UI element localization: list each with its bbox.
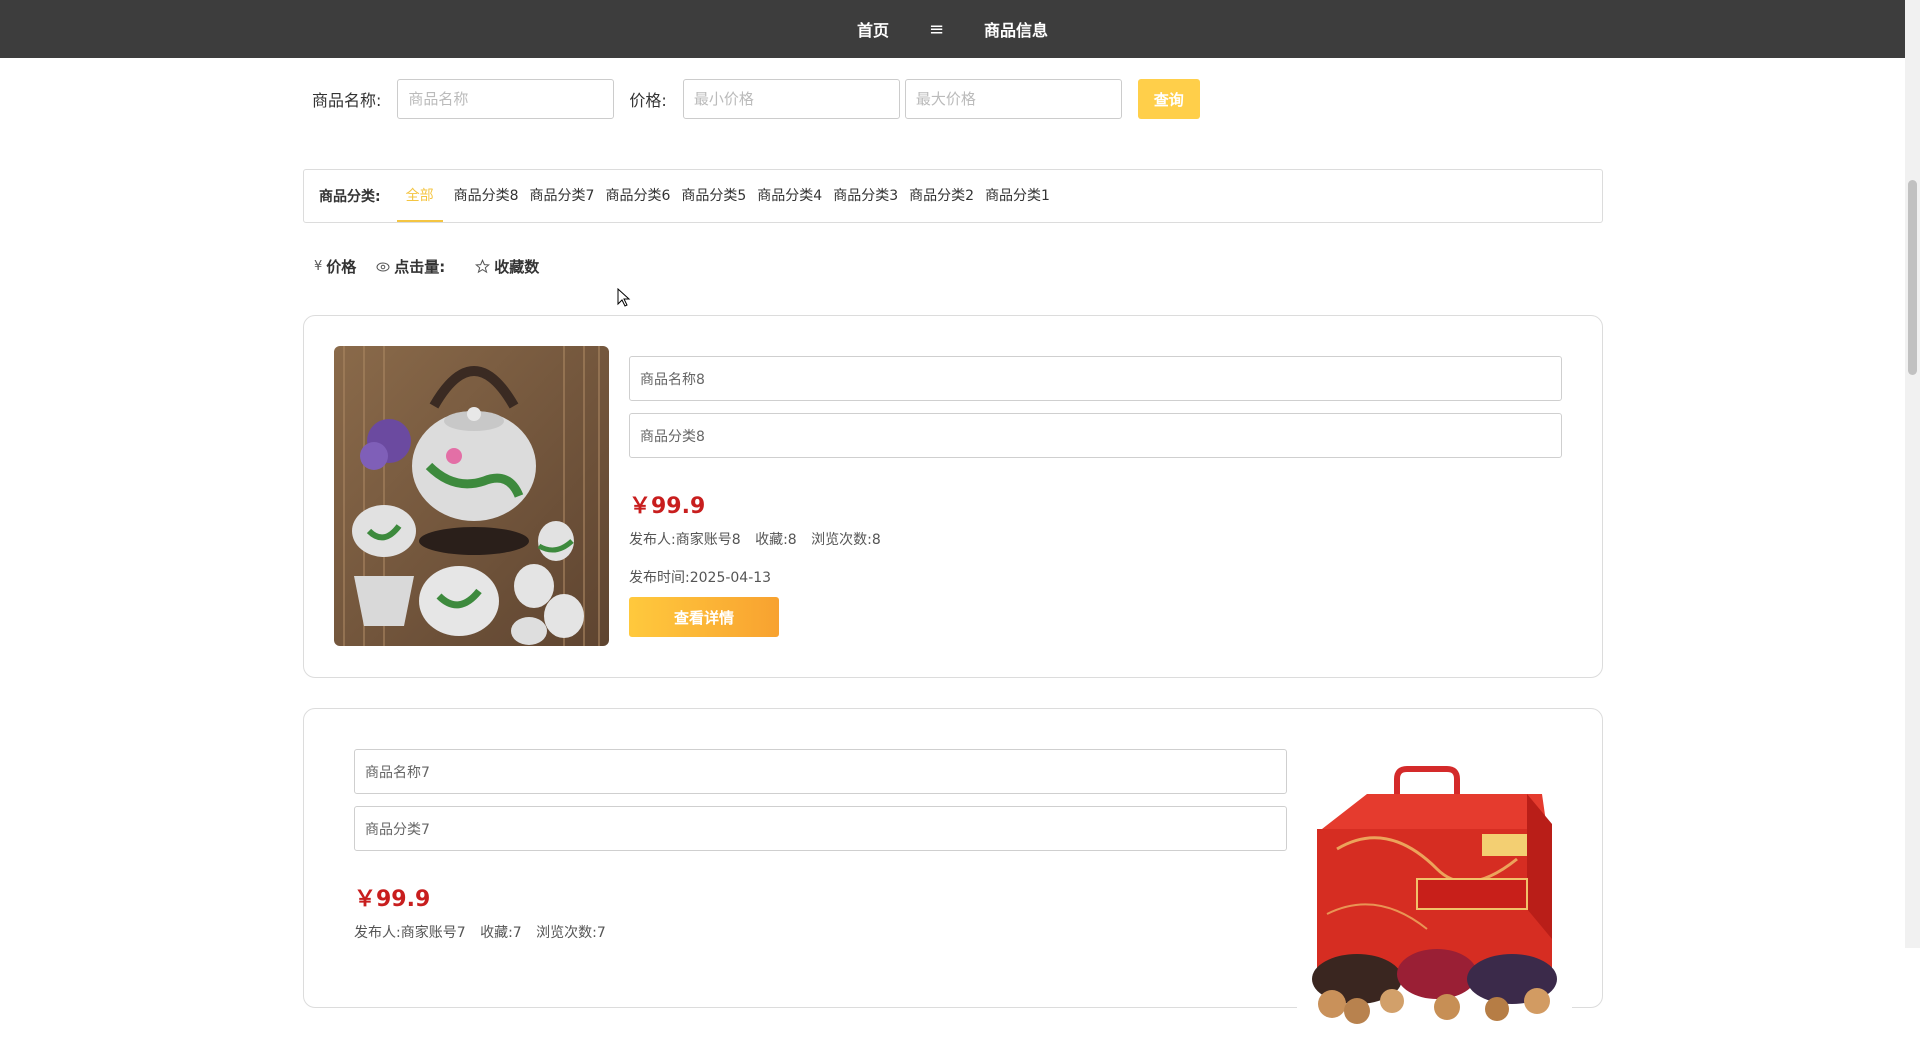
category-label: 商品分类:: [319, 189, 381, 205]
teapot-set-image[interactable]: [334, 346, 609, 646]
category-item-all[interactable]: 全部: [396, 170, 443, 222]
sort-by-clicks[interactable]: 点击量:: [376, 256, 445, 277]
favorites-text: 收藏:7: [480, 925, 522, 941]
category-item-8[interactable]: 商品分类8: [454, 170, 519, 222]
menu-icon[interactable]: ≡: [929, 19, 944, 40]
product-name-input[interactable]: [397, 79, 615, 119]
price-label: 价格:: [629, 91, 667, 110]
product-name-field: 商品名称7: [354, 749, 1287, 794]
sort-clicks-label: 点击量:: [394, 258, 446, 276]
sort-bar: ¥ 价格 点击量: 收藏数: [314, 256, 559, 277]
category-item-7[interactable]: 商品分类7: [530, 170, 595, 222]
product-card: 商品名称8 商品分类8 ￥99.9 发布人:商家账号8 收藏:8 浏览次数:8 …: [303, 315, 1603, 678]
category-item-3[interactable]: 商品分类3: [833, 170, 898, 222]
favorites-text: 收藏:8: [755, 532, 797, 548]
yen-icon: ¥: [314, 259, 323, 274]
min-price-input[interactable]: [682, 79, 900, 119]
gift-box-image[interactable]: [1297, 739, 1572, 1039]
mouse-cursor-icon: [617, 288, 631, 307]
view-details-button[interactable]: 查看详情: [629, 597, 779, 637]
category-item-6[interactable]: 商品分类6: [605, 170, 670, 222]
publish-time-text: 发布时间:2025-04-13: [629, 570, 772, 586]
scrollbar-thumb[interactable]: [1908, 180, 1917, 375]
category-item-2[interactable]: 商品分类2: [909, 170, 974, 222]
eye-icon: [376, 262, 390, 271]
sort-by-price[interactable]: ¥ 价格: [314, 256, 356, 277]
product-category-field: 商品分类8: [629, 413, 1562, 458]
product-name-field: 商品名称8: [629, 356, 1562, 401]
category-filter-bar: 商品分类: 全部 商品分类8 商品分类7 商品分类6 商品分类5 商品分类4 商…: [303, 169, 1603, 223]
sort-by-favorites[interactable]: 收藏数: [475, 256, 539, 277]
top-navbar: 首页 ≡ 商品信息: [0, 0, 1905, 58]
publisher-text: 发布人:商家账号8: [629, 532, 741, 548]
sort-price-label: 价格: [326, 258, 357, 276]
scrollbar[interactable]: [1905, 0, 1920, 948]
category-item-5[interactable]: 商品分类5: [681, 170, 746, 222]
nav-home[interactable]: 首页: [857, 17, 889, 41]
category-item-1[interactable]: 商品分类1: [985, 170, 1050, 222]
product-price: ￥99.9: [629, 494, 706, 519]
views-text: 浏览次数:8: [811, 532, 881, 548]
product-price: ￥99.9: [354, 887, 431, 912]
product-category-field: 商品分类7: [354, 806, 1287, 851]
sort-favorites-label: 收藏数: [494, 258, 540, 276]
nav-product-info[interactable]: 商品信息: [984, 17, 1048, 41]
query-button[interactable]: 查询: [1137, 79, 1200, 119]
category-item-4[interactable]: 商品分类4: [757, 170, 822, 222]
views-text: 浏览次数:7: [536, 925, 606, 941]
max-price-input[interactable]: [904, 79, 1122, 119]
publisher-text: 发布人:商家账号7: [354, 925, 466, 941]
product-name-label: 商品名称:: [312, 91, 382, 110]
product-meta: 发布人:商家账号8 收藏:8 浏览次数:8: [629, 529, 891, 549]
search-bar: 商品名称: 价格: 查询: [312, 78, 1200, 120]
product-meta: 发布人:商家账号7 收藏:7 浏览次数:7: [354, 922, 616, 942]
product-card: 商品名称7 商品分类7 ￥99.9 发布人:商家账号7 收藏:7 浏览次数:7: [303, 708, 1603, 1039]
star-icon: [475, 259, 491, 274]
